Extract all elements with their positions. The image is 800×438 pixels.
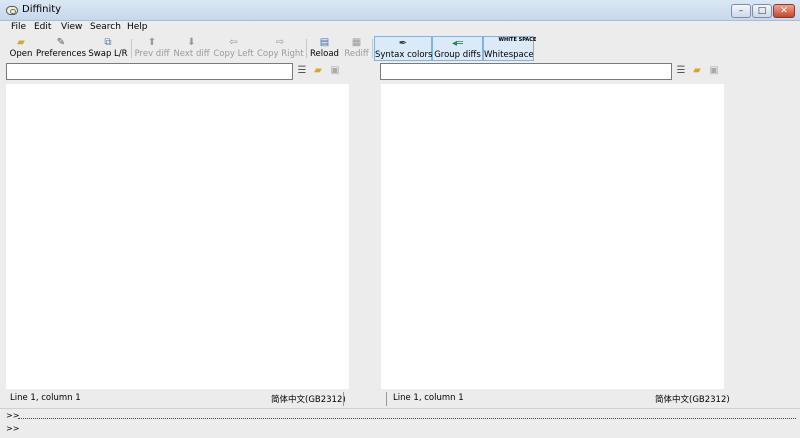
menu-view[interactable]: View xyxy=(61,22,82,32)
menu-edit[interactable]: Edit xyxy=(34,22,51,32)
left-folder-icon[interactable]: ▰ xyxy=(312,65,324,77)
group-diffs-icon: ◂═ xyxy=(451,38,464,49)
left-status-position: Line 1, column 1 xyxy=(10,393,81,403)
wrench-icon: ✎ xyxy=(56,37,66,48)
swap-button[interactable]: ⧉ Swap L/R xyxy=(88,36,128,61)
group-diffs-toggle[interactable]: ◂═ Group diffs xyxy=(432,36,483,61)
whitespace-icon: WHITE SPACE xyxy=(498,37,537,43)
swap-icon: ⧉ xyxy=(104,37,112,48)
arrow-right-icon: ⇨ xyxy=(275,37,285,48)
open-button[interactable]: ▰ Open xyxy=(8,36,34,61)
reload-icon: ▤ xyxy=(319,37,330,48)
toolbar-separator xyxy=(131,39,132,58)
copy-left-button[interactable]: ⇦ Copy Left xyxy=(213,36,254,61)
client-area: File Edit View Search Help ▰ Open ✎ Pref… xyxy=(0,21,800,438)
left-text-pane[interactable] xyxy=(6,84,349,389)
preferences-button[interactable]: ✎ Preferences xyxy=(36,36,86,61)
right-text-pane[interactable] xyxy=(381,84,724,389)
right-status-position: Line 1, column 1 xyxy=(393,393,464,403)
next-diff-button[interactable]: ⬇ Next diff xyxy=(173,36,210,61)
menu-file[interactable]: File xyxy=(11,22,26,32)
arrow-up-icon: ⬆ xyxy=(147,37,157,48)
left-status-encoding: 简体中文(GB2312) xyxy=(271,395,346,405)
status-separator xyxy=(343,392,344,406)
menu-help[interactable]: Help xyxy=(127,22,148,32)
close-button[interactable]: ✕ xyxy=(773,4,795,18)
rediff-button[interactable]: ▦ Rediff xyxy=(343,36,370,61)
left-path-input[interactable] xyxy=(6,63,293,80)
reload-button[interactable]: ▤ Reload xyxy=(309,36,340,61)
status-separator xyxy=(386,392,387,406)
arrow-down-icon: ⬇ xyxy=(187,37,196,48)
right-list-icon[interactable]: ☰ xyxy=(675,65,687,77)
arrow-left-icon: ⇦ xyxy=(229,37,238,48)
minimize-button[interactable]: – xyxy=(731,4,751,18)
maximize-button[interactable]: □ xyxy=(752,4,772,18)
syntax-colors-toggle[interactable]: ✒ Syntax colors xyxy=(374,36,432,61)
right-save-icon[interactable]: ▣ xyxy=(708,65,720,77)
window-title: Diffinity xyxy=(22,4,62,15)
toolbar-separator xyxy=(372,39,373,58)
left-list-icon[interactable]: ☰ xyxy=(296,65,308,77)
prev-diff-button[interactable]: ⬆ Prev diff xyxy=(134,36,170,61)
left-save-icon[interactable]: ▣ xyxy=(329,65,341,77)
command-prompt[interactable]: >> xyxy=(6,424,19,433)
pen-icon: ✒ xyxy=(398,38,408,49)
app-icon xyxy=(6,6,18,15)
menu-search[interactable]: Search xyxy=(90,22,121,32)
toolbar: ▰ Open ✎ Preferences ⧉ Swap L/R ⬆ Prev d… xyxy=(0,35,800,62)
right-path-input[interactable] xyxy=(380,63,672,80)
command-area[interactable]: >> >> xyxy=(0,408,800,438)
toolbar-separator xyxy=(306,39,307,58)
copy-right-button[interactable]: ⇨ Copy Right xyxy=(257,36,304,61)
whitespace-toggle[interactable]: WHITE SPACE Whitespace xyxy=(483,36,537,61)
title-bar: Diffinity – □ ✕ xyxy=(0,0,800,21)
rediff-icon: ▦ xyxy=(351,37,362,48)
right-folder-icon[interactable]: ▰ xyxy=(691,65,703,77)
folder-icon: ▰ xyxy=(17,37,25,48)
command-separator xyxy=(18,418,796,419)
menu-bar: File Edit View Search Help xyxy=(0,21,800,35)
right-status-encoding: 简体中文(GB2312) xyxy=(655,395,730,405)
